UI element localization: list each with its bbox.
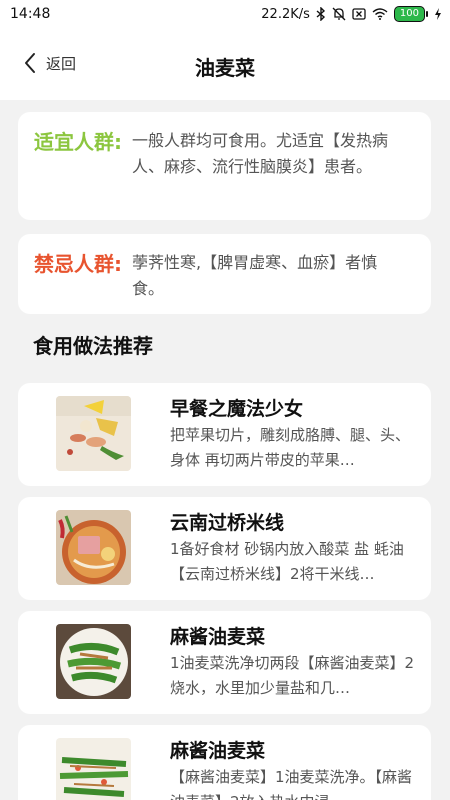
battery-level: 100: [393, 6, 425, 22]
sim-off-icon: [352, 8, 366, 20]
recipe-title: 麻酱油麦菜: [170, 626, 266, 648]
recipe-thumbnail: [56, 624, 131, 699]
forbidden-card: 禁忌人群: 荸荠性寒,【脾胃虚寒、血瘀】者慎食。: [18, 234, 431, 314]
suitable-label: 适宜人群:: [34, 130, 122, 154]
recipe-card[interactable]: 麻酱油麦菜 【麻酱油麦菜】1油麦菜洗净。【麻酱油麦菜】2放入热水中浸…: [18, 725, 431, 800]
network-speed: 22.2K/s: [261, 6, 310, 22]
mute-bell-icon: [332, 7, 346, 21]
recipe-thumbnail: [56, 396, 131, 471]
recipe-card[interactable]: 麻酱油麦菜 1油麦菜洗净切两段【麻酱油麦菜】2烧水，水里加少量盐和几…: [18, 611, 431, 714]
recipe-desc: 把苹果切片，雕刻成胳膊、腿、头、身体 再切两片带皮的苹果…: [170, 426, 411, 469]
page-title: 油麦菜: [195, 56, 255, 80]
charging-icon: [435, 8, 441, 20]
recipe-title: 云南过桥米线: [170, 512, 285, 534]
battery-icon: 100: [393, 6, 428, 22]
recipe-card[interactable]: 云南过桥米线 1备好食材 砂锅内放入酸菜 盐 蚝油【云南过桥米线】2将干米线…: [18, 497, 431, 600]
suitable-text: 一般人群均可食用。尤适宜【发热病人、麻疹、流行性脑膜炎】患者。: [132, 131, 389, 176]
suitable-card: 适宜人群: 一般人群均可食用。尤适宜【发热病人、麻疹、流行性脑膜炎】患者。: [18, 112, 431, 220]
recipe-desc: 【麻酱油麦菜】1油麦菜洗净。【麻酱油麦菜】2放入热水中浸…: [170, 768, 413, 800]
nav-bar: 返回 油麦菜: [0, 32, 450, 100]
recipe-thumbnail: [56, 738, 131, 800]
recipe-card[interactable]: 早餐之魔法少女 把苹果切片，雕刻成胳膊、腿、头、身体 再切两片带皮的苹果…: [18, 383, 431, 486]
wifi-icon: [372, 8, 388, 20]
status-bar: 14:48 22.2K/s 100: [0, 0, 450, 32]
recipe-desc: 1油麦菜洗净切两段【麻酱油麦菜】2烧水，水里加少量盐和几…: [170, 654, 415, 697]
status-time: 14:48: [10, 6, 51, 22]
status-icons: 22.2K/s 100: [261, 6, 442, 22]
recipe-title: 早餐之魔法少女: [170, 398, 304, 420]
section-title: 食用做法推荐: [33, 334, 153, 358]
recipe-thumbnail: [56, 510, 131, 585]
recipe-desc: 1备好食材 砂锅内放入酸菜 盐 蚝油【云南过桥米线】2将干米线…: [170, 540, 404, 583]
bluetooth-icon: [316, 7, 325, 21]
forbidden-label: 禁忌人群:: [34, 252, 122, 276]
forbidden-text: 荸荠性寒,【脾胃虚寒、血瘀】者慎食。: [132, 253, 378, 298]
recipe-title: 麻酱油麦菜: [170, 740, 266, 762]
